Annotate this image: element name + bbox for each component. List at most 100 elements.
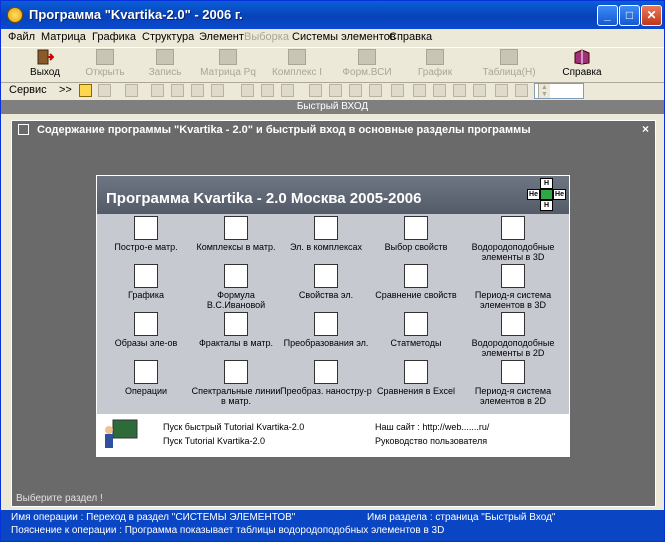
split-icon bbox=[369, 84, 382, 97]
minimize-button[interactable]: _ bbox=[597, 5, 618, 26]
status-section: Имя раздела : страница "Быстрый Вход" bbox=[367, 512, 556, 523]
elements-in-complexes-icon bbox=[314, 216, 338, 240]
save-icon bbox=[156, 49, 174, 65]
menu-element-systems[interactable]: Системы элементов bbox=[292, 31, 396, 43]
stat-methods-icon bbox=[404, 312, 428, 336]
app-window: Программа "Kvartika-2.0" - 2006 г. _ □ ✕… bbox=[0, 0, 665, 542]
help-button[interactable]: Справка bbox=[557, 49, 607, 82]
section-fractals[interactable]: Фракталы в матр. bbox=[189, 312, 283, 348]
status-explanation: Пояснение к операции : Программа показыв… bbox=[11, 525, 445, 536]
menu-graphics[interactable]: Графика bbox=[92, 31, 136, 43]
section-periodic-3d[interactable]: Период-я система элементов в 3D bbox=[459, 264, 567, 310]
panel-footer: Выберите раздел ! bbox=[16, 493, 103, 504]
exit-icon bbox=[36, 49, 55, 65]
service-menu[interactable]: Сервис bbox=[9, 84, 47, 96]
complexes-icon bbox=[224, 216, 248, 240]
menu-help[interactable]: Справка bbox=[389, 31, 432, 43]
fill-icon bbox=[391, 84, 404, 97]
columns-icon bbox=[453, 84, 466, 97]
zoom-in-icon bbox=[241, 84, 254, 97]
view-icon bbox=[309, 84, 322, 97]
exit-button[interactable]: Выход bbox=[23, 49, 67, 82]
toolbar-chevron[interactable]: >> bbox=[59, 84, 72, 96]
program-card-header: Программа Kvartika - 2.0 Москва 2005-200… bbox=[97, 176, 569, 214]
fractals-icon bbox=[224, 312, 248, 336]
section-transformations[interactable]: Преобразования эл. bbox=[279, 312, 373, 348]
section-excel-compare[interactable]: Сравнения в Excel bbox=[369, 360, 463, 396]
zoom-spinner[interactable]: 80▲▼ bbox=[534, 83, 584, 99]
panel-close-button[interactable]: × bbox=[642, 122, 649, 136]
spectral-lines-icon bbox=[224, 360, 248, 384]
close-button[interactable]: ✕ bbox=[641, 5, 662, 26]
status-operation: Имя операции : Переход в раздел "СИСТЕМЫ… bbox=[11, 512, 296, 523]
section-element-properties[interactable]: Свойства эл. bbox=[279, 264, 373, 300]
diagonal-tool-icon bbox=[98, 84, 111, 97]
tutorial-link[interactable]: Пуск Tutorial Kvartika-2.0 bbox=[163, 436, 265, 446]
table-small-icon bbox=[329, 84, 342, 97]
chart-icon bbox=[426, 49, 444, 65]
grid-tool-icon[interactable] bbox=[79, 84, 92, 97]
user-manual-link[interactable]: Руководство пользователя bbox=[375, 436, 487, 446]
table-icon bbox=[500, 49, 518, 65]
shape-tool-icon bbox=[125, 84, 138, 97]
spinner-arrows-icon[interactable]: ▲ ▼ bbox=[538, 84, 550, 98]
quick-entry-bar: Быстрый ВХОД bbox=[1, 100, 664, 114]
matrix-icon bbox=[219, 49, 237, 65]
section-graphics[interactable]: Графика bbox=[99, 264, 193, 300]
teacher-board-icon bbox=[103, 418, 139, 452]
help-book-icon bbox=[573, 49, 591, 65]
export-icon bbox=[515, 84, 528, 97]
menu-structure[interactable]: Структура bbox=[142, 31, 194, 43]
logo-cross: Н Не Не Н bbox=[527, 178, 567, 212]
complex-icon bbox=[288, 49, 306, 65]
arrow-left-icon bbox=[191, 84, 204, 97]
matrix-build-icon bbox=[134, 216, 158, 240]
section-property-select[interactable]: Выбор свойств bbox=[369, 216, 463, 252]
program-title: Программа Kvartika - 2.0 Москва 2005-200… bbox=[106, 190, 422, 207]
compare-properties-icon bbox=[404, 264, 428, 288]
section-element-images[interactable]: Образы эле-ов bbox=[99, 312, 193, 348]
open-icon bbox=[96, 49, 114, 65]
app-icon bbox=[7, 7, 23, 23]
section-complexes[interactable]: Комплексы в матр. bbox=[189, 216, 283, 252]
fast-tutorial-link[interactable]: Пуск быстрый Tutorial Kvartika-2.0 bbox=[163, 422, 304, 432]
menu-selection: Выборка bbox=[244, 31, 289, 43]
section-hydrogen-3d[interactable]: Водородоподобные элементы в 3D bbox=[459, 216, 567, 262]
grid-small-icon bbox=[349, 84, 362, 97]
formula-vsi-button: Форм.ВСИ bbox=[337, 49, 397, 82]
section-compare-properties[interactable]: Сравнение свойств bbox=[369, 264, 463, 300]
menu-matrix[interactable]: Матрица bbox=[41, 31, 86, 43]
section-spectral-lines[interactable]: Спектральные линии в матр. bbox=[189, 360, 283, 406]
menu-bar: Файл Матрица Графика Структура Элемент В… bbox=[1, 29, 664, 47]
section-periodic-2d[interactable]: Период-я система элементов в 2D bbox=[459, 360, 567, 406]
section-operations[interactable]: Операции bbox=[99, 360, 193, 396]
maximize-button[interactable]: □ bbox=[619, 5, 640, 26]
content-panel: Содержание программы "Kvartika - 2.0" и … bbox=[11, 120, 656, 507]
plus-column-icon bbox=[495, 84, 508, 97]
save-record-button: Запись bbox=[139, 49, 191, 82]
section-matrix-build[interactable]: Постро-е матр. bbox=[99, 216, 193, 252]
main-toolbar: Выход Открыть Запись Матрица Pq Комплекс… bbox=[1, 47, 664, 83]
arrow-right-icon bbox=[211, 84, 224, 97]
periodic-2d-icon bbox=[501, 360, 525, 384]
window-title: Программа "Kvartika-2.0" - 2006 г. bbox=[29, 7, 243, 22]
move-icon bbox=[281, 84, 294, 97]
quick-links-area: Пуск быстрый Tutorial Kvartika-2.0 Пуск … bbox=[97, 414, 569, 456]
website-link[interactable]: Наш сайт : http://web.......ru/ bbox=[375, 422, 489, 432]
section-ivanova-formula[interactable]: Формула В.С.Ивановой bbox=[189, 264, 283, 310]
sections-grid: Постро-е матр. Комплексы в матр. Эл. в к… bbox=[97, 214, 569, 408]
arrow-up-icon bbox=[171, 84, 184, 97]
section-hydrogen-2d[interactable]: Водородоподобные элементы в 2D bbox=[459, 312, 567, 358]
section-nanostructures[interactable]: Преобраз. наностру-р bbox=[279, 360, 373, 396]
complex-button: Комплекс I bbox=[267, 49, 327, 82]
panel-header: Содержание программы "Kvartika - 2.0" и … bbox=[12, 121, 655, 139]
status-bar: Имя операции : Переход в раздел "СИСТЕМЫ… bbox=[1, 510, 664, 541]
rows-icon bbox=[473, 84, 486, 97]
operations-icon bbox=[134, 360, 158, 384]
title-bar: Программа "Kvartika-2.0" - 2006 г. _ □ ✕ bbox=[1, 1, 664, 29]
menu-element[interactable]: Элемент bbox=[199, 31, 244, 43]
menu-file[interactable]: Файл bbox=[8, 31, 35, 43]
section-stat-methods[interactable]: Статметоды bbox=[369, 312, 463, 348]
section-elements-in-complexes[interactable]: Эл. в комплексах bbox=[279, 216, 373, 252]
hydrogen-2d-icon bbox=[501, 312, 525, 336]
